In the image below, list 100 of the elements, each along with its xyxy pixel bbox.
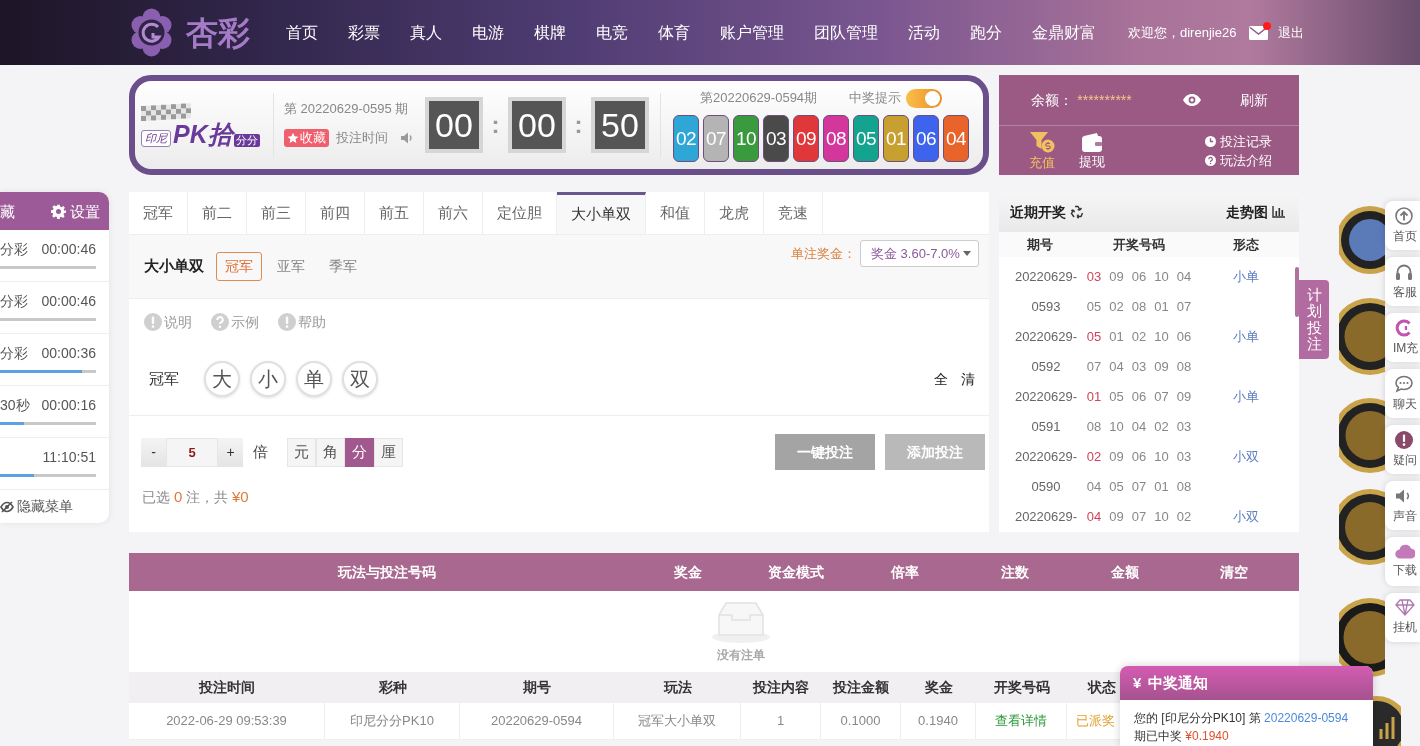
issue-number: 20220629- [1013,268,1079,287]
draw-number: 10 [1154,328,1169,347]
nav-link[interactable]: 金鼎财富 [1032,20,1096,45]
withdraw-button[interactable]: 提现 [1079,133,1106,168]
headphones-icon [1395,263,1413,281]
sidebar-item[interactable]: 30秒 00:00:16 [0,386,109,438]
nav-link[interactable]: 首页 [286,20,318,45]
plan-bet-tab[interactable]: 计划投注 [1299,280,1329,359]
side-tool-button[interactable]: 聊天 [1385,369,1420,418]
mail-icon[interactable] [1249,25,1269,40]
draw-number: 08 [1176,478,1192,497]
checkered-flag-icon [141,103,191,121]
position-button[interactable]: 季军 [320,252,366,281]
pattern-text: 小单 [1232,268,1260,287]
nav-link[interactable]: 真人 [410,20,442,45]
column-header: 资金模式 [767,562,825,582]
side-tool-button[interactable]: 首页 [1385,201,1420,250]
lottery-name[interactable]: 分彩 [0,242,28,256]
quick-select-button[interactable]: 清 [961,368,975,390]
rosette-logo-icon[interactable] [131,8,172,57]
prize-select[interactable]: 奖金 3.60-7.0% [860,240,979,267]
scrollbar-thumb[interactable] [1295,267,1299,317]
currency-unit-button[interactable]: 元 [287,437,316,467]
settings-button[interactable]: 设置 [51,203,100,219]
sidebar-item[interactable]: 分彩 00:00:46 [0,230,109,282]
side-tool-button[interactable]: 声音 [1385,481,1420,530]
hide-menu-button[interactable]: 隐藏菜单 [0,490,73,523]
nav-link[interactable]: 活动 [908,20,940,45]
lottery-name[interactable]: 30秒 [0,398,30,412]
selection-summary: 已选 0 注，共 ¥0 [141,488,250,506]
sidebar-item[interactable]: 分彩 00:00:36 [0,334,109,386]
column-header: 期号 [1026,235,1054,254]
trend-chart-link[interactable]: 走势图 [1226,201,1285,223]
column-header: 投注时间 [197,678,256,697]
refresh-button[interactable]: 刷新 [1240,89,1268,111]
currency-unit-button[interactable]: 厘 [374,437,403,467]
column-header: 倍率 [890,562,920,582]
exclamation-icon [1395,431,1413,449]
draw-number: 08 [1086,418,1102,437]
logout-link[interactable]: 退出 [1278,22,1305,43]
speaker-icon[interactable] [401,132,413,144]
countdown-time: 00:00:46 [41,242,96,256]
side-tool-button[interactable]: 挂机 [1385,593,1420,642]
logo-text[interactable]: 杏彩 [186,16,250,49]
bar-chart-icon [1272,206,1285,218]
sidebar-item[interactable]: 11:10:51 [0,438,109,490]
draw-number: 03 [1131,358,1147,377]
side-tool-button[interactable]: 客服 [1385,257,1420,306]
win-alert-label: 中奖提示 [849,89,902,108]
nav-link[interactable]: 团队管理 [814,20,878,45]
side-tool-button[interactable]: 下载 [1385,537,1420,586]
toggle-switch[interactable] [906,88,943,108]
draw-number: 01 [1086,388,1102,407]
logo-region-label: 印尼 [141,130,171,147]
table-cell: 1 [741,703,821,740]
lottery-name[interactable]: 分彩 [0,294,28,308]
wallet-icon [1082,133,1103,152]
eye-icon[interactable] [1183,94,1201,106]
nav-link[interactable]: 电竞 [596,20,628,45]
play-tab[interactable]: 大小单双 [557,192,646,234]
issue-text: 第 20220629-0595 期 [284,102,410,116]
nav-link[interactable]: 电游 [472,20,504,45]
currency-unit-button[interactable]: 角 [316,437,345,467]
draw-number: 04 [1086,508,1102,527]
side-tool-button[interactable]: 疑问 [1385,425,1420,474]
multiplier-unit: 倍 [253,441,268,462]
column-header: 期号 [522,678,552,697]
table-cell: 印尼分分PK10 [325,703,460,740]
draw-number: 09 [1176,388,1192,407]
game-guide-link[interactable]: 玩法介绍 [1205,153,1272,167]
recycle-icon[interactable] [1070,205,1084,219]
column-header: 奖金 [672,562,703,582]
nav-link[interactable]: 彩票 [348,20,380,45]
nav-link[interactable]: 体育 [658,20,690,45]
increase-button[interactable]: + [218,437,243,467]
draw-number: 04 [1086,478,1102,497]
nav-link[interactable]: 棋牌 [534,20,566,45]
countdown-time: 00:00:36 [41,346,96,360]
lottery-name[interactable]: 分彩 [0,346,28,360]
draw-number: 08 [1176,358,1192,377]
bet-time-label: 投注时间 [336,129,388,148]
play-title: 大小单双 [144,256,204,277]
position-button[interactable]: 亚军 [268,252,314,281]
sidebar-item[interactable]: 分彩 00:00:46 [0,282,109,334]
draw-number: 05 [1086,298,1102,317]
column-header: 彩种 [377,678,408,697]
decrease-button[interactable]: - [141,437,166,467]
yen-symbol: ¥ [1133,672,1142,693]
sidebar-title: 藏 [0,203,15,219]
details-link[interactable]: 查看详情 [976,703,1067,740]
issue-number: 0592 [1030,358,1062,377]
welcome-text: 欢迎您，direnjie26 [1128,23,1237,42]
quick-select-button[interactable]: 全 [934,368,948,390]
eye-slash-icon [0,500,14,513]
side-tool-button[interactable]: IM充 [1385,313,1420,362]
multiplier-input[interactable]: 5 [166,437,218,467]
bet-history-link[interactable]: 投注记录 [1205,134,1272,148]
nav-link[interactable]: 账户管理 [720,20,784,45]
nav-link[interactable]: 跑分 [970,20,1002,45]
currency-unit-button[interactable]: 分 [345,437,374,467]
